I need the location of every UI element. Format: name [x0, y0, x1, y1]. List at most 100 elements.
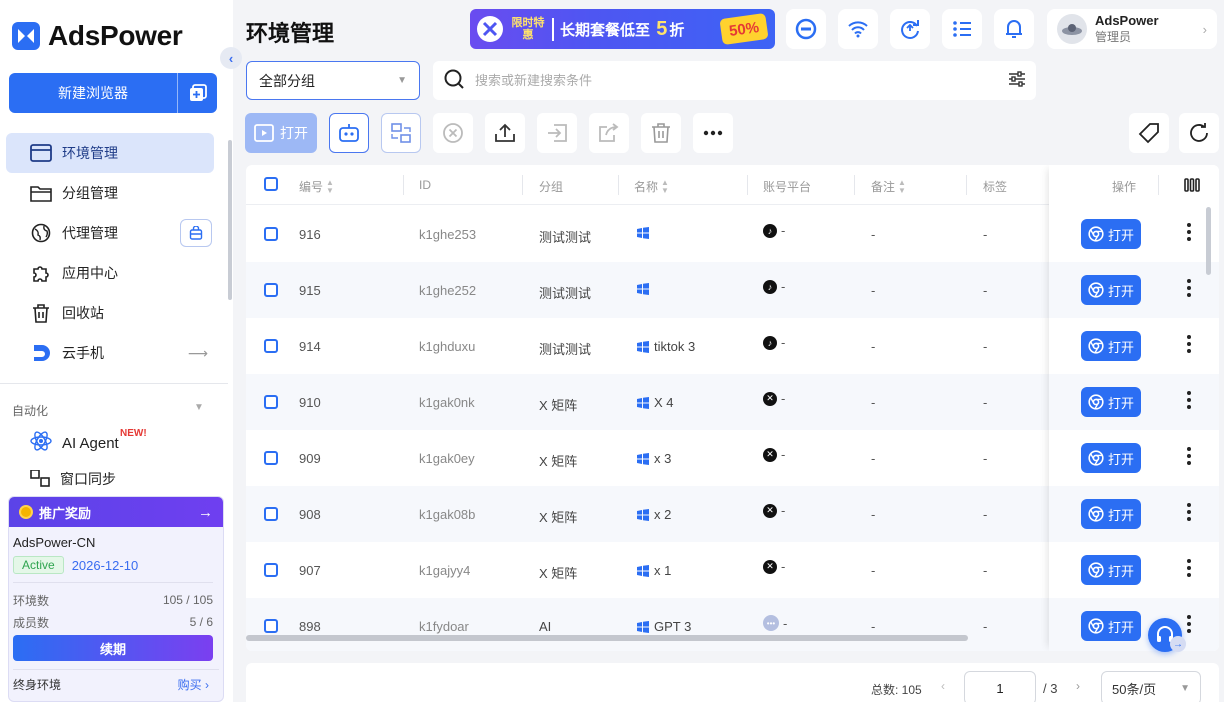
- member-count-label: 成员数: [13, 615, 50, 630]
- horizontal-scrollbar[interactable]: [246, 635, 968, 641]
- row-more-button[interactable]: [1186, 223, 1192, 241]
- search-input[interactable]: [475, 73, 998, 88]
- open-browser-button[interactable]: 打开: [1081, 331, 1141, 361]
- cell-platform: ♪ -: [763, 223, 785, 238]
- batch-add-icon[interactable]: [177, 73, 217, 113]
- row-checkbox[interactable]: [264, 451, 278, 465]
- open-selected-button[interactable]: 打开: [245, 113, 317, 153]
- sidebar-scrollbar[interactable]: [228, 140, 232, 300]
- refresh-button[interactable]: [1179, 113, 1219, 153]
- window-sync-button[interactable]: [381, 113, 421, 153]
- open-browser-button[interactable]: 打开: [1081, 499, 1141, 529]
- sidebar-item-window-sync[interactable]: 窗口同步: [30, 470, 116, 488]
- arrow-right-icon[interactable]: →: [1170, 636, 1186, 652]
- promo-header[interactable]: 推广奖励 →: [9, 497, 223, 527]
- sync-icon[interactable]: [890, 9, 930, 49]
- task-list-icon[interactable]: [942, 9, 982, 49]
- page-size-select[interactable]: 50条/页 ▼: [1101, 671, 1201, 702]
- column-settings-icon[interactable]: [1184, 178, 1200, 195]
- promo-banner[interactable]: 限时特惠 长期套餐低至 5折 50%: [470, 9, 775, 49]
- chrome-icon: [1088, 562, 1104, 578]
- tag-button[interactable]: [1129, 113, 1169, 153]
- brand-name: AdsPower: [48, 20, 183, 51]
- chevron-down-icon[interactable]: ▼: [194, 402, 204, 413]
- sidebar-item-cloud-phone[interactable]: 云手机 ⟶: [6, 333, 214, 373]
- cell-id: k1ghe252: [419, 283, 477, 298]
- puzzle-icon: [30, 262, 52, 284]
- row-more-button[interactable]: [1186, 503, 1192, 521]
- column-header-remark[interactable]: 备注 ▲ ▼: [871, 178, 906, 195]
- buy-link[interactable]: 购买 ›: [178, 676, 209, 693]
- cell-tag: -: [983, 339, 988, 354]
- page-input[interactable]: 1: [964, 671, 1036, 702]
- sidebar-item-recycle-bin[interactable]: 回收站: [6, 293, 214, 333]
- row-checkbox[interactable]: [264, 619, 278, 633]
- open-browser-button[interactable]: 打开: [1081, 443, 1141, 473]
- sidebar-item-environments[interactable]: 环境管理: [6, 133, 214, 173]
- row-more-button[interactable]: [1186, 391, 1192, 409]
- row-checkbox[interactable]: [264, 339, 278, 353]
- proxy-shop-icon[interactable]: [180, 219, 212, 247]
- sidebar-item-app-center[interactable]: 应用中心: [6, 253, 214, 293]
- group-select[interactable]: 全部分组 ▼: [246, 61, 420, 100]
- logo[interactable]: AdsPower: [12, 20, 183, 52]
- more-actions-button[interactable]: [693, 113, 733, 153]
- row-checkbox[interactable]: [264, 283, 278, 297]
- bell-icon[interactable]: [994, 9, 1034, 49]
- open-browser-button[interactable]: 打开: [1081, 555, 1141, 585]
- open-browser-button[interactable]: 打开: [1081, 275, 1141, 305]
- refresh-icon: [1190, 123, 1208, 142]
- chrome-icon: [1088, 618, 1104, 634]
- open-browser-label: 打开: [1107, 507, 1134, 523]
- prev-page-button[interactable]: ‹: [941, 679, 945, 693]
- row-more-button[interactable]: [1186, 559, 1192, 577]
- column-header-name[interactable]: 名称 ▲ ▼: [634, 178, 669, 195]
- close-browser-button[interactable]: [433, 113, 473, 153]
- sidebar-item-ai-agent[interactable]: AI Agent: [30, 430, 119, 456]
- move-group-button[interactable]: [537, 113, 577, 153]
- rpa-bot-button[interactable]: [329, 113, 369, 153]
- env-count-row: 环境数 105 / 105: [13, 589, 219, 611]
- delete-button[interactable]: [641, 113, 681, 153]
- upload-button[interactable]: [485, 113, 525, 153]
- column-header-number[interactable]: 编号 ▲ ▼: [299, 178, 334, 195]
- share-button[interactable]: [589, 113, 629, 153]
- open-browser-button[interactable]: 打开: [1081, 611, 1141, 641]
- new-browser-button[interactable]: 新建浏览器: [9, 73, 217, 113]
- row-more-button[interactable]: [1186, 615, 1192, 633]
- connection-icon[interactable]: [786, 9, 826, 49]
- coin-icon: [19, 505, 33, 519]
- cell-name: [636, 283, 654, 295]
- x-icon: ✕: [763, 391, 777, 406]
- sidebar-nav: 环境管理 分组管理 代理管理 应用中心 回收站 云手机 ⟶: [6, 133, 214, 373]
- sidebar-item-label: 回收站: [62, 305, 104, 321]
- next-page-button[interactable]: ›: [1076, 679, 1080, 693]
- row-checkbox[interactable]: [264, 227, 278, 241]
- row-checkbox[interactable]: [264, 395, 278, 409]
- cell-name: GPT 3: [636, 619, 691, 634]
- row-more-button[interactable]: [1186, 335, 1192, 353]
- x-icon: ✕: [763, 559, 777, 574]
- row-checkbox[interactable]: [264, 507, 278, 521]
- user-menu[interactable]: AdsPower 管理员 ›: [1047, 9, 1217, 49]
- robot-icon: [339, 124, 359, 142]
- cell-number: 915: [299, 283, 321, 298]
- member-count-value: 5 / 6: [189, 615, 213, 629]
- sidebar-item-proxies[interactable]: 代理管理: [6, 213, 214, 253]
- open-browser-button[interactable]: 打开: [1081, 387, 1141, 417]
- open-browser-button[interactable]: 打开: [1081, 219, 1141, 249]
- wifi-icon[interactable]: [838, 9, 878, 49]
- select-all-checkbox[interactable]: [264, 177, 278, 191]
- renew-button[interactable]: 续期: [13, 635, 213, 661]
- row-more-button[interactable]: [1186, 447, 1192, 465]
- filter-settings-icon[interactable]: [1008, 71, 1026, 90]
- vertical-scrollbar[interactable]: [1206, 207, 1211, 275]
- folder-icon: [30, 182, 52, 204]
- sidebar-item-groups[interactable]: 分组管理: [6, 173, 214, 213]
- buy-link-label: 购买: [177, 678, 202, 692]
- row-checkbox[interactable]: [264, 563, 278, 577]
- ops-cell: 打开: [1049, 262, 1219, 318]
- row-more-button[interactable]: [1186, 279, 1192, 297]
- collapse-sidebar-button[interactable]: ‹: [220, 47, 242, 69]
- chrome-icon: [1088, 282, 1104, 298]
